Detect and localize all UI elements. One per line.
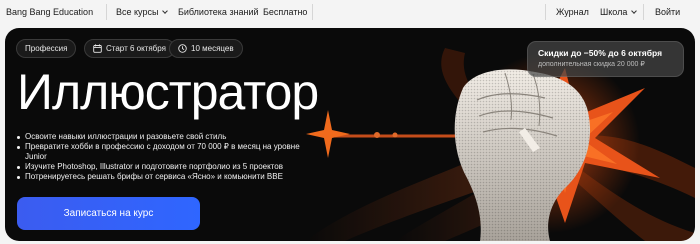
chip-start-date-label: Старт 6 октября [106, 44, 166, 53]
promo-title: Скидки до −50% до 6 октября [538, 48, 663, 58]
nav-divider [312, 4, 313, 20]
course-title: Иллюстратор [17, 64, 319, 120]
benefit-item: Изучите Photoshop, Illustrator и подгото… [17, 162, 317, 172]
nav-school-label: Школа [600, 7, 628, 17]
course-benefits-list: Освоите навыки иллюстрации и разовьете с… [17, 132, 317, 182]
chip-duration-label: 10 месяцев [191, 44, 234, 53]
benefit-item: Потренируетесь решать брифы от сервиса «… [17, 172, 317, 182]
chevron-down-icon [162, 8, 169, 14]
login-link[interactable]: Войти [655, 6, 680, 18]
nav-school[interactable]: Школа [600, 6, 638, 18]
chevron-down-icon [631, 8, 638, 14]
nav-divider [545, 4, 546, 20]
benefit-item: Освоите навыки иллюстрации и разовьете с… [17, 132, 317, 142]
discount-promo-card[interactable]: Скидки до −50% до 6 октября дополнительн… [527, 41, 684, 77]
chip-profession: Профессия [16, 39, 77, 58]
nav-library[interactable]: Библиотека знаний [178, 6, 259, 18]
brand-logo[interactable]: Bang Bang Education [6, 6, 93, 18]
top-navigation: Bang Bang Education Все курсы Библиотека… [0, 0, 700, 24]
promo-subtitle: дополнительная скидка 20 000 ₽ [538, 61, 645, 68]
course-hero-banner: Профессия Старт 6 октября 10 месяцев Илл… [5, 28, 695, 241]
nav-all-courses[interactable]: Все курсы [116, 6, 169, 18]
nav-divider [643, 4, 644, 20]
benefit-item: Превратите хобби в профессию с доходом о… [17, 142, 317, 162]
nav-divider [106, 4, 107, 20]
calendar-icon [93, 44, 102, 53]
clock-icon [178, 44, 187, 53]
nav-free[interactable]: Бесплатно [263, 6, 307, 18]
chip-start-date: Старт 6 октября [84, 39, 175, 58]
nav-all-courses-label: Все курсы [116, 7, 159, 17]
enroll-button[interactable]: Записаться на курс [17, 197, 200, 230]
nav-journal[interactable]: Журнал [556, 6, 589, 18]
chip-duration: 10 месяцев [169, 39, 243, 58]
